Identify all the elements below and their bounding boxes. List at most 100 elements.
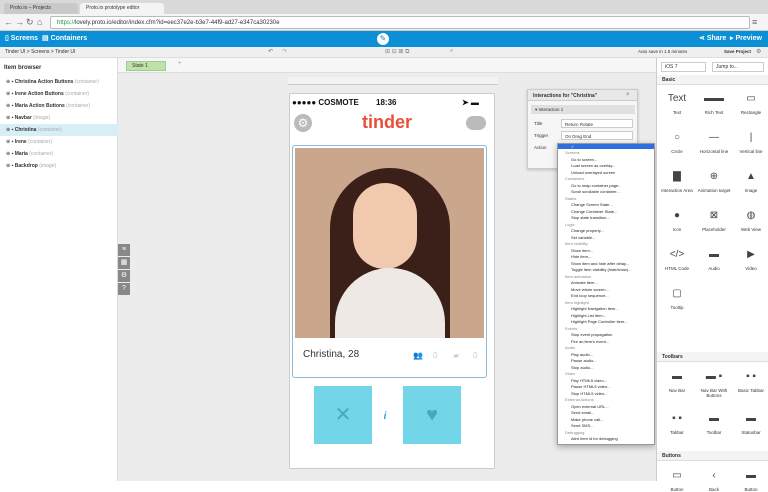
- component-toolbars-3[interactable]: ▪ ▪ Tabbar: [658, 408, 696, 435]
- jump-to-select[interactable]: Jump to...: [712, 62, 764, 72]
- dropdown-option[interactable]: Highlight Page Controller item...: [558, 319, 654, 324]
- buttons-section-header[interactable]: Buttons: [657, 451, 768, 461]
- state-tab[interactable]: State 1: [126, 61, 166, 71]
- component-basic-14[interactable]: ▶ Video: [732, 244, 768, 271]
- dropdown-option[interactable]: Change property...: [558, 228, 654, 233]
- grid-icon[interactable]: ▦: [118, 257, 130, 269]
- component-basic-11[interactable]: ◍ Web View: [732, 205, 768, 232]
- list-item[interactable]: ⊕ ▪ Backdrop (image): [0, 160, 118, 172]
- list-item[interactable]: ⊕ ▪ Irene Action Buttons (container): [0, 88, 118, 100]
- dropdown-option[interactable]: Pause HTML5 video...: [558, 384, 654, 389]
- device-select[interactable]: iOS 7: [661, 62, 706, 72]
- component-toolbars-2[interactable]: ▪ ▪ Basic Tabbar: [732, 366, 768, 393]
- component-basic-10[interactable]: ⊠ Placeholder: [695, 205, 733, 232]
- dropdown-option[interactable]: Stop state transition...: [558, 215, 654, 220]
- share-button[interactable]: ⋖ Share: [699, 34, 726, 42]
- forward-icon[interactable]: →: [15, 17, 24, 28]
- list-item[interactable]: ⊕ ▪ Christina Action Buttons (container): [0, 76, 118, 88]
- dropdown-option[interactable]: Alert variable for debugging: [558, 443, 654, 445]
- like-button[interactable]: ♥: [403, 386, 461, 444]
- component-basic-4[interactable]: — Horizontal line: [695, 127, 733, 154]
- reload-icon[interactable]: ↻: [26, 17, 34, 28]
- dropdown-option[interactable]: Show item...: [558, 248, 654, 253]
- dropdown-option[interactable]: Show item and hide after delay...: [558, 261, 654, 266]
- dropdown-option[interactable]: Scroll scrollable container...: [558, 189, 654, 194]
- containers-tab[interactable]: ▤ Containers: [42, 34, 87, 42]
- dropdown-option[interactable]: Alert item id for debugging: [558, 436, 654, 441]
- list-item[interactable]: ⊕ ▪ Irene (container): [0, 136, 118, 148]
- dropdown-option[interactable]: Play audio...: [558, 352, 654, 357]
- component-toolbars-4[interactable]: ▬ Toolbar: [695, 408, 733, 435]
- settings-icon[interactable]: ⚙: [756, 48, 761, 55]
- component-buttons-1[interactable]: ‹ Back: [695, 465, 733, 492]
- undo-icon[interactable]: ↶: [268, 48, 273, 55]
- list-item[interactable]: ⊕ ▪ Maria Action Buttons (container): [0, 100, 118, 112]
- title-input[interactable]: Return Rotate: [561, 119, 633, 128]
- dropdown-option[interactable]: End loop sequence...: [558, 293, 654, 298]
- dropdown-option[interactable]: Toggle item visibility (hide/show)...: [558, 267, 654, 272]
- help-icon[interactable]: ?: [118, 283, 130, 295]
- settings-gear-icon[interactable]: ⚙: [294, 114, 312, 132]
- component-toolbars-5[interactable]: ▬ Statusbar: [732, 408, 768, 435]
- component-toolbars-0[interactable]: ▬ Nav Bar: [658, 366, 696, 393]
- component-basic-1[interactable]: ▬▬ Rich Text: [695, 88, 733, 115]
- toolbars-section-header[interactable]: Toolbars: [657, 352, 768, 362]
- back-icon[interactable]: ←: [4, 17, 13, 28]
- dropdown-option[interactable]: Change Screen State...: [558, 202, 654, 207]
- dropdown-selected[interactable]: ✓: [558, 144, 654, 150]
- component-basic-15[interactable]: ▢ Tooltip: [658, 283, 696, 310]
- info-icon[interactable]: i: [376, 408, 394, 426]
- close-icon[interactable]: ×: [626, 92, 630, 98]
- dropdown-option[interactable]: Set variable...: [558, 235, 654, 240]
- component-basic-0[interactable]: Text Text: [658, 88, 696, 115]
- component-basic-7[interactable]: ⊕ Animation target: [695, 166, 733, 193]
- list-item[interactable]: ⊕ ▪ Maria (container): [0, 148, 118, 160]
- trigger-select[interactable]: On Drag End: [561, 131, 633, 140]
- dropdown-option[interactable]: Send email...: [558, 410, 654, 415]
- component-basic-8[interactable]: ▲ Image: [732, 166, 768, 193]
- list-item-selected[interactable]: ⊕ ▪ Christina (container): [0, 124, 118, 136]
- action-dropdown[interactable]: ✓ Screens Go to screen... Load screen as o…: [557, 143, 655, 445]
- component-buttons-0[interactable]: ▭ Button: [658, 465, 696, 492]
- dropdown-option[interactable]: Play HTML5 video...: [558, 378, 654, 383]
- dropdown-option[interactable]: Move whole screen...: [558, 287, 654, 292]
- profile-card[interactable]: Christina, 28 👥 0 ▰ 0: [292, 145, 487, 378]
- dropdown-option[interactable]: Unload overlayed screen: [558, 170, 654, 175]
- dropdown-option[interactable]: Send SMS...: [558, 423, 654, 428]
- basic-section-header[interactable]: Basic: [657, 75, 768, 85]
- chat-icon[interactable]: [466, 116, 486, 130]
- component-toolbars-1[interactable]: ▬ ▪ Nav Bar With Buttons: [695, 366, 733, 398]
- component-basic-13[interactable]: ▬ Audio: [695, 244, 733, 271]
- browser-tab[interactable]: Proto.io – Projects: [4, 3, 78, 14]
- screens-tab[interactable]: ▯ Screens: [5, 34, 38, 42]
- dropdown-option[interactable]: Open external URL...: [558, 404, 654, 409]
- component-basic-2[interactable]: ▭ Rectangle: [732, 88, 768, 115]
- preview-button[interactable]: ▸ Preview: [730, 34, 762, 42]
- layers-icon[interactable]: ≡: [118, 244, 130, 256]
- menu-icon[interactable]: ≡: [752, 17, 757, 28]
- redo-icon[interactable]: ↷: [282, 48, 287, 55]
- gear-icon[interactable]: ⚙: [118, 270, 130, 282]
- home-icon[interactable]: ⌂: [37, 17, 42, 28]
- interaction-header[interactable]: ▾ Interaction 1: [531, 105, 635, 114]
- component-basic-9[interactable]: ● Icon: [658, 205, 696, 232]
- dropdown-option[interactable]: Hide item...: [558, 254, 654, 259]
- component-basic-5[interactable]: | Vertical line: [732, 127, 768, 154]
- dropdown-option[interactable]: Stop event propagation: [558, 332, 654, 337]
- dropdown-option[interactable]: Stop HTML5 video...: [558, 391, 654, 396]
- add-state-icon[interactable]: +: [178, 61, 182, 67]
- dropdown-option[interactable]: Animate item...: [558, 280, 654, 285]
- url-input[interactable]: https://lovely.proto.io/editor/index.cfm…: [50, 16, 750, 29]
- dropdown-option[interactable]: Go to snap container page...: [558, 183, 654, 188]
- dropdown-option[interactable]: Make phone call...: [558, 417, 654, 422]
- save-project-button[interactable]: Save Project: [724, 49, 751, 54]
- component-basic-12[interactable]: </> HTML Code: [658, 244, 696, 271]
- dropdown-option[interactable]: Highlight List item...: [558, 313, 654, 318]
- dislike-button[interactable]: ✕: [314, 386, 372, 444]
- list-item[interactable]: ⊕ ▪ Navbar (image): [0, 112, 118, 124]
- component-basic-6[interactable]: ▇ Interaction Area: [658, 166, 696, 193]
- dropdown-option[interactable]: Highlight Navigation item...: [558, 306, 654, 311]
- dropdown-option[interactable]: Go to screen...: [558, 157, 654, 162]
- component-buttons-2[interactable]: ▬ Button: [732, 465, 768, 492]
- zoom-icon[interactable]: ⌕: [450, 48, 453, 55]
